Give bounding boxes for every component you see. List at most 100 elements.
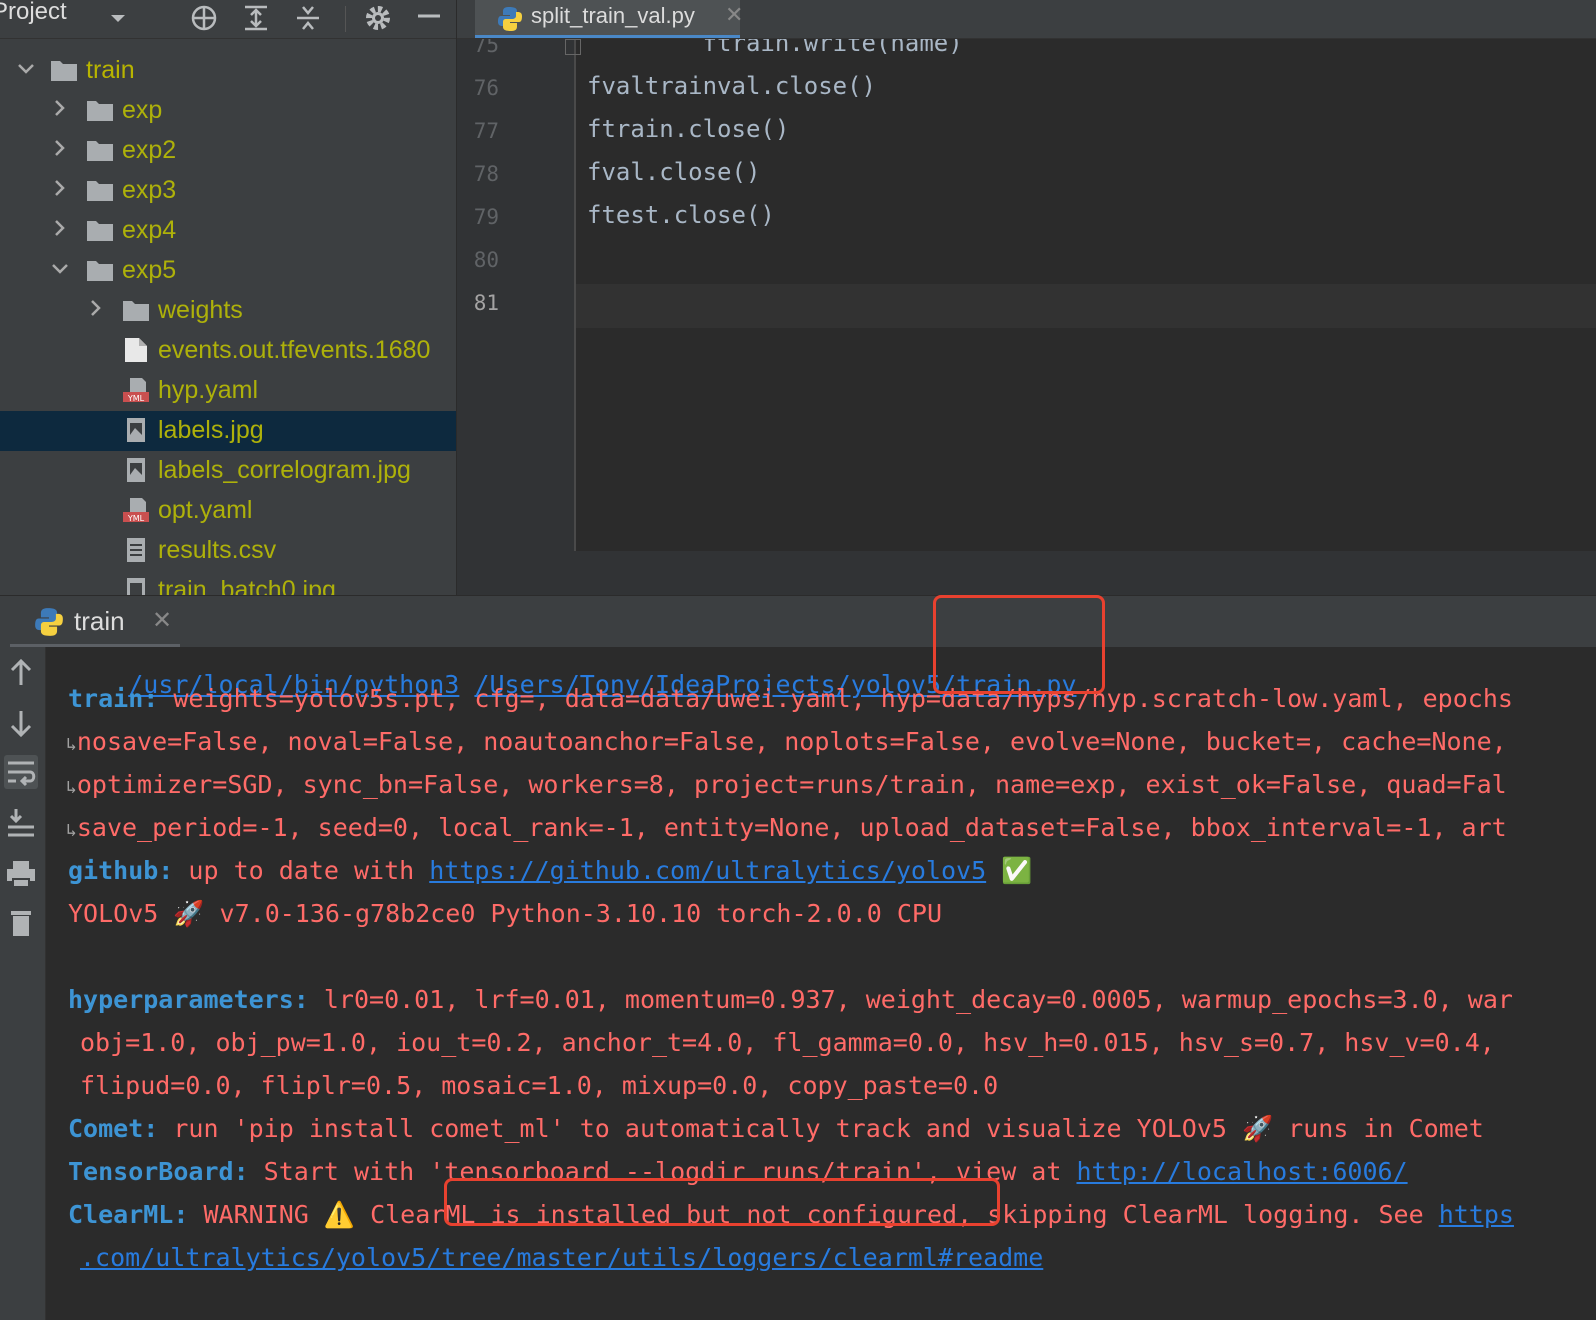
tab-label: split_train_val.py (531, 3, 695, 28)
wrap-icon: ↳ (66, 777, 77, 798)
collapse-all-icon[interactable] (292, 4, 324, 32)
line-number: 81 (473, 291, 499, 315)
tree-item-exp3[interactable]: exp3 (0, 171, 456, 211)
log-value: nosave=False, noval=False, noautoanchor=… (76, 727, 1507, 756)
console-hyper-line: hyperparameters: lr0=0.01, lrf=0.01, mom… (68, 985, 1513, 1014)
close-icon[interactable]: ✕ (725, 2, 743, 28)
log-value: weights=yolov5s.pt, cfg=, data=data/uwei… (158, 684, 1513, 713)
console-train-line-2: ↳nosave=False, noval=False, noautoanchor… (66, 727, 1507, 756)
tree-item-label: train_batch0.jpg (158, 576, 336, 595)
yaml-file-icon: YML (122, 497, 150, 523)
arrow-up-icon[interactable] (4, 655, 38, 689)
tree-item-opt-yaml[interactable]: YML opt.yaml (0, 491, 456, 531)
log-value: lr0=0.01, lrf=0.01, momentum=0.937, weig… (308, 985, 1513, 1014)
log-key: github: (68, 856, 174, 885)
line-number: 76 (473, 76, 499, 100)
chevron-right-icon[interactable] (50, 218, 70, 240)
trash-icon[interactable] (4, 905, 38, 939)
print-icon[interactable] (4, 857, 38, 891)
tree-item-label: train (86, 56, 135, 84)
run-tab-label: train (74, 606, 125, 636)
chevron-down-icon[interactable] (50, 258, 70, 280)
wrap-icon: ↳ (66, 820, 77, 841)
project-title[interactable]: Project (0, 0, 67, 26)
log-key: Comet: (68, 1114, 159, 1143)
folder-icon (122, 297, 150, 323)
gear-icon[interactable] (362, 4, 394, 32)
scroll-to-end-icon[interactable] (4, 805, 38, 839)
folder-icon (86, 257, 114, 283)
project-tree: train exp exp2 exp3 exp4 exp5 weights ev… (0, 39, 456, 595)
tree-item-label: exp2 (122, 136, 177, 164)
python-file-icon (497, 6, 523, 37)
chevron-right-icon[interactable] (86, 298, 106, 320)
image-file-icon (122, 417, 150, 443)
csv-file-icon (122, 537, 150, 563)
tree-item-events-file[interactable]: events.out.tfevents.1680 (0, 331, 456, 371)
file-icon (122, 337, 150, 363)
line-number: 77 (473, 119, 499, 143)
tree-item-hyp-yaml[interactable]: YML hyp.yaml (0, 371, 456, 411)
console-train-line-4: ↳save_period=-1, seed=0, local_rank=-1, … (66, 813, 1507, 842)
partial-row (50, 39, 170, 45)
chevron-down-icon[interactable] (106, 4, 130, 32)
folder-icon (50, 57, 78, 83)
code-line: ftest.close() (587, 201, 775, 229)
arrow-down-icon[interactable] (4, 707, 38, 741)
chevron-down-icon[interactable] (16, 58, 36, 80)
clearml-readme-link[interactable]: .com/ultralytics/yolov5/tree/master/util… (80, 1243, 1043, 1272)
console-yolo-line: YOLOv5 🚀 v7.0-136-g78b2ce0 Python-3.10.1… (68, 899, 942, 928)
console-github-line: github: up to date with https://github.c… (68, 856, 1032, 886)
folder-icon (86, 177, 114, 203)
code-editor[interactable]: 75 ftrain.write(name) 76 fvaltrainval.cl… (457, 39, 1596, 551)
tree-item-train-batch[interactable]: train_batch0.jpg (0, 571, 456, 595)
console-comet-line: Comet: run 'pip install comet_ml' to aut… (68, 1114, 1484, 1144)
log-value: run 'pip install comet_ml' to automatica… (158, 1114, 1484, 1143)
tree-item-weights[interactable]: weights (0, 291, 456, 331)
close-icon[interactable]: ✕ (152, 606, 172, 635)
chevron-right-icon[interactable] (50, 98, 70, 120)
yaml-file-icon: YML (122, 377, 150, 403)
fold-marker-icon[interactable] (565, 39, 581, 55)
line-number: 79 (473, 205, 499, 229)
log-key: train: (68, 684, 159, 713)
project-toolbar: Project (0, 0, 456, 39)
tree-item-exp2[interactable]: exp2 (0, 131, 456, 171)
tree-item-exp4[interactable]: exp4 (0, 211, 456, 251)
line-number: 78 (473, 162, 499, 186)
tree-item-label: exp5 (122, 256, 177, 284)
python-run-icon (34, 607, 64, 642)
github-link[interactable]: https://github.com/ultralytics/yolov5 (429, 856, 986, 885)
tab-split-train-val[interactable]: split_train_val.py ✕ (475, 0, 743, 38)
minimize-icon[interactable] (414, 4, 444, 32)
run-tool-window-header: train ✕ (0, 595, 1596, 648)
chevron-right-icon[interactable] (50, 138, 70, 160)
tensorboard-link[interactable]: http://localhost:6006/ (1076, 1157, 1407, 1186)
code-line: fval.close() (587, 158, 761, 186)
code-line: ftrain.write(name) (587, 39, 963, 57)
highlight-box-train-py (933, 595, 1105, 694)
log-key: TensorBoard: (68, 1157, 249, 1186)
run-tab-train[interactable]: train ✕ (10, 596, 180, 648)
tree-item-results-csv[interactable]: results.csv (0, 531, 456, 571)
log-value: up to date with (173, 856, 430, 885)
chevron-right-icon[interactable] (50, 178, 70, 200)
crosshair-icon[interactable] (188, 4, 220, 32)
tree-item-labels-jpg[interactable]: labels.jpg (0, 411, 456, 451)
console-clearml-line-2: .com/ultralytics/yolov5/tree/master/util… (80, 1243, 1043, 1272)
current-line-highlight (576, 284, 1596, 328)
tree-item-label: labels_correlogram.jpg (158, 456, 411, 484)
tree-item-label: events.out.tfevents.1680 (158, 336, 431, 364)
line-number: 80 (473, 248, 499, 272)
log-value: save_period=-1, seed=0, local_rank=-1, e… (76, 813, 1507, 842)
soft-wrap-icon[interactable] (4, 755, 38, 789)
tree-item-exp[interactable]: exp (0, 91, 456, 131)
tree-item-train[interactable]: train (0, 51, 456, 91)
tree-item-label: opt.yaml (158, 496, 253, 524)
expand-all-icon[interactable] (240, 4, 272, 32)
clearml-link[interactable]: https (1439, 1200, 1514, 1229)
tree-item-label: results.csv (158, 536, 277, 564)
tree-item-exp5[interactable]: exp5 (0, 251, 456, 291)
tree-item-correlogram[interactable]: labels_correlogram.jpg (0, 451, 456, 491)
toolbar-divider (345, 6, 346, 32)
